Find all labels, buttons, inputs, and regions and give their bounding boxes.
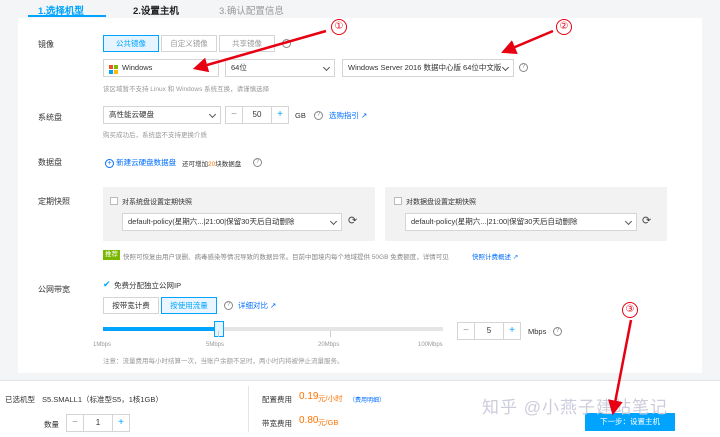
annotation-3: ③ xyxy=(622,302,638,318)
annotation-arrow-3 xyxy=(608,319,633,416)
annotation-arrow-1 xyxy=(192,29,327,73)
annotation-2: ② xyxy=(556,19,572,35)
annotation-arrows xyxy=(192,29,633,416)
annotation-arrow-2 xyxy=(501,29,554,54)
annotation-1: ① xyxy=(331,19,347,35)
